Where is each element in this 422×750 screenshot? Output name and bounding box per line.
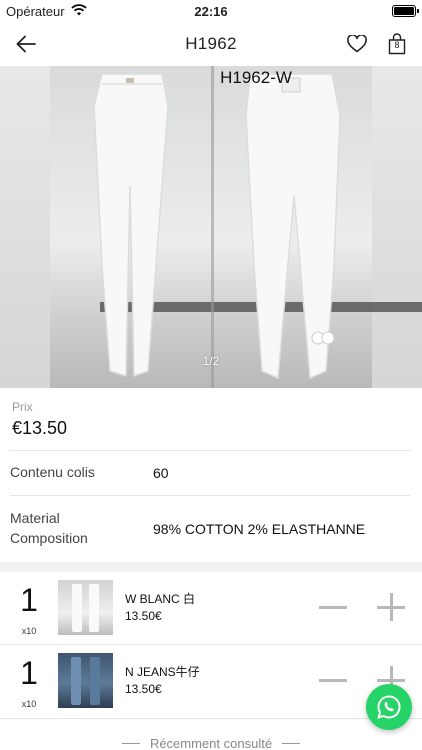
spec-key-package-content: Contenu colis: [10, 464, 95, 480]
jeans-back-image: [245, 73, 341, 380]
status-bar: Opérateur 22:16: [0, 0, 422, 22]
thumb-leg: [71, 657, 81, 705]
back-button[interactable]: [12, 30, 40, 58]
cart-count-badge: 8: [394, 40, 400, 50]
variant-thumbnail[interactable]: [58, 653, 113, 708]
carousel-page-indicator: 1/2: [202, 354, 220, 368]
section-separator: [0, 562, 422, 572]
price-label: Prix: [12, 400, 33, 414]
decrease-quantity-button[interactable]: [318, 667, 348, 693]
variant-quantity: 1: [20, 655, 38, 691]
variant-row-jeans: 1 x10 N JEANS牛仔 13.50€: [0, 645, 422, 717]
jeans-front-image: [93, 73, 169, 378]
variant-name: N JEANS牛仔: [125, 665, 200, 679]
battery-icon: [392, 5, 419, 17]
increase-quantity-button[interactable]: [376, 592, 406, 622]
whatsapp-button[interactable]: [366, 684, 412, 730]
carrier-label: Opérateur: [6, 3, 65, 19]
divider: [10, 450, 410, 451]
variant-price: 13.50€: [125, 609, 162, 623]
status-left: Opérateur: [6, 4, 87, 19]
battery-fill: [394, 7, 414, 15]
wifi-icon: [70, 3, 87, 19]
thumb-leg: [89, 584, 99, 632]
minus-icon: [319, 605, 347, 609]
favorite-button[interactable]: [344, 30, 370, 58]
variant-name: W BLANC 白: [125, 592, 196, 606]
variant-pack-size: x10: [21, 699, 37, 709]
variant-quantity: 1: [20, 582, 38, 618]
divider: [282, 743, 301, 744]
image-overlay-label: H1962-W: [220, 68, 292, 87]
product-photo: [50, 66, 422, 388]
variant-thumbnail[interactable]: [58, 580, 113, 635]
nav-bar: H1962 8: [0, 22, 422, 66]
variant-pack-size: x10: [21, 626, 37, 636]
spec-value-material: 98% COTTON 2% ELASTHANNE: [153, 521, 366, 537]
page-title: H1962: [185, 34, 237, 53]
cart-button[interactable]: 8: [384, 30, 410, 58]
decrease-quantity-button[interactable]: [318, 594, 348, 620]
recently-viewed-header: Récemment consulté: [0, 736, 422, 750]
divider: [121, 743, 140, 744]
thumb-leg: [90, 657, 100, 705]
variant-row-white: 1 x10 W BLANC 白 13.50€: [0, 572, 422, 644]
divider: [10, 495, 410, 496]
thumb-leg: [72, 584, 82, 632]
heart-icon: [347, 35, 367, 53]
whatsapp-icon: [377, 695, 401, 719]
recently-viewed-label: Récemment consulté: [149, 736, 273, 750]
price-value: €13.50: [12, 418, 68, 438]
spec-value-package-content: 60: [153, 465, 169, 481]
divider: [0, 718, 422, 719]
variant-price: 13.50€: [125, 682, 162, 696]
minus-icon: [319, 678, 347, 682]
arrow-left-icon: [16, 35, 36, 53]
spec-key-material: Material Composition: [10, 510, 88, 546]
plus-icon: [377, 593, 405, 621]
product-image-carousel[interactable]: H1962-W 1/2: [0, 66, 422, 388]
